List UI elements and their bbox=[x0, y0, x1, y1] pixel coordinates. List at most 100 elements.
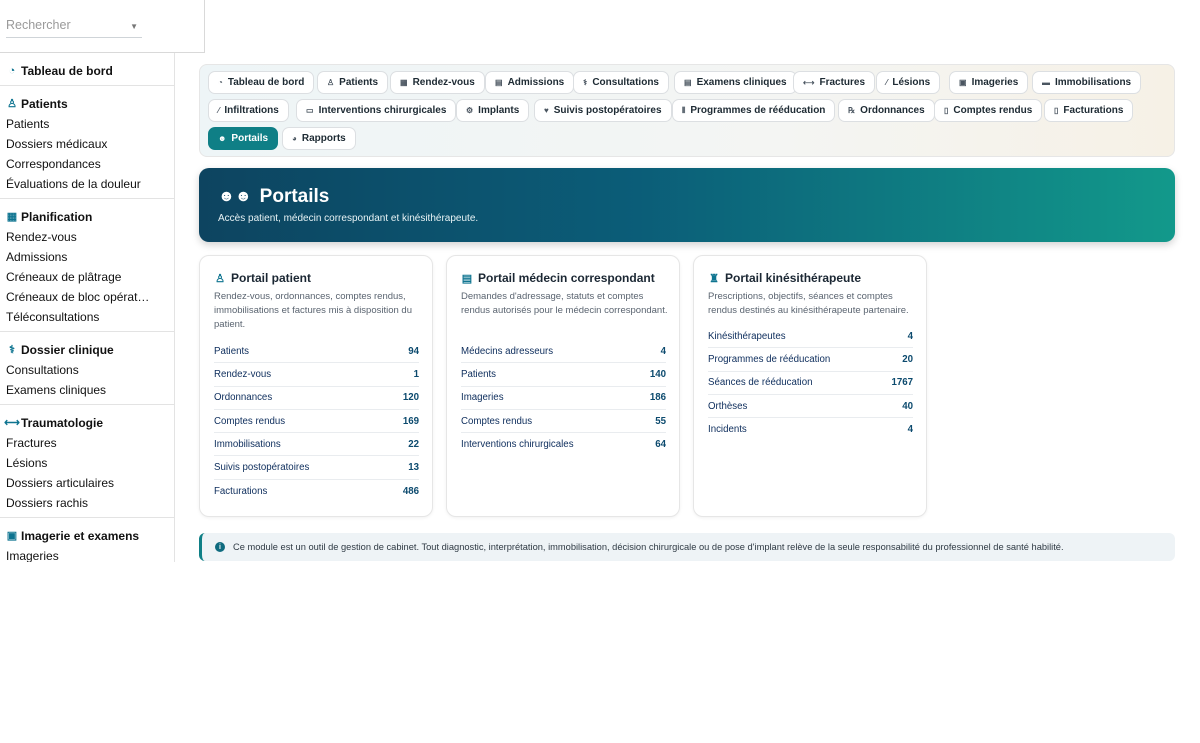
tab-comptes-rendus[interactable]: ▯ Comptes rendus bbox=[934, 99, 1043, 122]
sidebar-group-head[interactable]: ⟷ Traumatologie bbox=[0, 412, 174, 433]
sidebar-item[interactable]: Fractures bbox=[0, 433, 170, 453]
stat-row[interactable]: Comptes rendus 55 bbox=[461, 410, 666, 434]
stat-row[interactable]: Incidents 4 bbox=[708, 418, 913, 441]
card-title: ♙ Portail patient bbox=[214, 271, 311, 285]
sidebar-item[interactable]: Créneaux de plâtrage bbox=[0, 267, 170, 287]
tab-label: Patients bbox=[339, 77, 379, 88]
stat-label: Médecins adresseurs bbox=[461, 345, 554, 357]
sidebar-group-head[interactable]: ♙ Patients bbox=[0, 93, 174, 114]
stat-row[interactable]: Kinésithérapeutes 4 bbox=[708, 325, 913, 349]
syringe-icon: ⁄ bbox=[218, 106, 220, 115]
heart-icon: ♥ bbox=[544, 106, 549, 115]
sidebar-item[interactable]: Dossiers médicaux bbox=[0, 134, 170, 154]
portal-card-kine: ♜ Portail kinésithérapeute Prescriptions,… bbox=[693, 255, 927, 517]
sidebar-item[interactable]: Évaluations de la douleur bbox=[0, 174, 170, 194]
sidebar-item[interactable]: Rendez-vous bbox=[0, 227, 170, 247]
sidebar-item[interactable]: Dossiers articulaires bbox=[0, 473, 170, 493]
invoice-icon: ▯ bbox=[1054, 106, 1059, 115]
page-title: ☻☻ Portails bbox=[218, 186, 329, 208]
calendar-icon: ▦ bbox=[6, 211, 18, 223]
sidebar-item[interactable]: Correspondances bbox=[0, 154, 170, 174]
stat-row[interactable]: Patients 94 bbox=[214, 340, 419, 364]
sidebar-group-head[interactable]: ◔ Tableau de bord bbox=[0, 60, 174, 81]
bone-icon: ⟷ bbox=[4, 417, 20, 429]
stat-label: Imageries bbox=[461, 392, 504, 404]
sidebar-item[interactable]: Patients bbox=[0, 114, 170, 134]
stat-value: 1 bbox=[413, 368, 419, 380]
tab-lesions[interactable]: ⁄ Lésions bbox=[876, 71, 941, 94]
sidebar-group-head[interactable]: ▦ Planification bbox=[0, 206, 174, 227]
stat-row[interactable]: Rendez-vous 1 bbox=[214, 363, 419, 387]
stat-value: 486 bbox=[402, 485, 419, 497]
sidebar-group-dashboard: ◔ Tableau de bord bbox=[0, 53, 174, 86]
sidebar-item[interactable]: Lésions bbox=[0, 453, 170, 473]
stat-row[interactable]: Interventions chirurgicales 64 bbox=[461, 433, 666, 456]
sidebar-group-head[interactable]: ▣ Imagerie et examens bbox=[0, 525, 174, 546]
stat-row[interactable]: Programmes de rééducation 20 bbox=[708, 348, 913, 372]
card-title-text: Portail patient bbox=[231, 271, 312, 285]
tab-tableau-de-bord[interactable]: ◔ Tableau de bord bbox=[208, 71, 315, 94]
stat-value: 55 bbox=[655, 415, 666, 427]
tab-implants[interactable]: ⚙ Implants bbox=[456, 99, 530, 122]
stat-row[interactable]: Suivis postopératoires 13 bbox=[214, 456, 419, 480]
card-title: ▤ Portail médecin correspondant bbox=[461, 271, 655, 285]
stat-row[interactable]: Facturations 486 bbox=[214, 480, 419, 503]
sidebar-item[interactable]: Consultations bbox=[0, 360, 170, 380]
card-stats: Kinésithérapeutes 4 Programmes de rééduca… bbox=[708, 325, 913, 441]
tab-examens-cliniques[interactable]: ▤ Examens cliniques bbox=[674, 71, 797, 94]
sidebar-item[interactable]: Admissions bbox=[0, 247, 170, 267]
stat-row[interactable]: Médecins adresseurs 4 bbox=[461, 340, 666, 364]
stat-row[interactable]: Patients 140 bbox=[461, 363, 666, 387]
sidebar-item[interactable]: Créneaux de bloc opérat… bbox=[0, 287, 170, 307]
search-placeholder: Rechercher bbox=[6, 18, 71, 32]
tab-label: Portails bbox=[231, 133, 269, 144]
sidebar-group-head[interactable]: ⚕ Dossier clinique bbox=[0, 339, 174, 360]
stat-row[interactable]: Immobilisations 22 bbox=[214, 433, 419, 457]
tab-portails[interactable]: ☻ Portails bbox=[208, 127, 279, 150]
tab-interventions-chirurgicales[interactable]: ▭ Interventions chirurgicales bbox=[296, 99, 457, 122]
tab-programmes-reeducation[interactable]: ⫴ Programmes de rééducation bbox=[672, 99, 836, 122]
sidebar-item[interactable]: Dossiers rachis bbox=[0, 493, 170, 513]
tab-label: Programmes de rééducation bbox=[690, 105, 826, 116]
tab-suivis-postoperatoires[interactable]: ♥ Suivis postopératoires bbox=[534, 99, 672, 122]
sidebar-nav: ◔ Tableau de bord ♙ Patients Patients Doss… bbox=[0, 53, 174, 562]
tab-immobilisations[interactable]: ▬ Immobilisations bbox=[1032, 71, 1142, 94]
tab-label: Suivis postopératoires bbox=[553, 105, 662, 116]
stat-value: 4 bbox=[907, 424, 913, 436]
stat-row[interactable]: Imageries 186 bbox=[461, 387, 666, 410]
card-stats: Patients 94 Rendez-vous 1 Ordonnances 120 C… bbox=[214, 340, 419, 503]
sidebar-item[interactable]: Imageries bbox=[0, 546, 170, 562]
tab-imageries[interactable]: ▣ Imageries bbox=[949, 71, 1029, 94]
stat-row[interactable]: Comptes rendus 169 bbox=[214, 410, 419, 434]
stat-row[interactable]: Orthèses 40 bbox=[708, 395, 913, 419]
tab-consultations[interactable]: ⚕ Consultations bbox=[573, 71, 669, 94]
bed-icon: ▭ bbox=[306, 106, 314, 115]
walking-icon: ♜ bbox=[709, 272, 719, 285]
sidebar: ◔ Tableau de bord ♙ Patients Patients Doss… bbox=[0, 0, 175, 562]
tab-rapports[interactable]: ◕ Rapports bbox=[282, 127, 356, 150]
stat-value: 20 bbox=[902, 353, 913, 365]
search-input[interactable]: Rechercher ▼ bbox=[6, 18, 142, 38]
tab-infiltrations[interactable]: ⁄ Infiltrations bbox=[208, 99, 289, 122]
stat-label: Orthèses bbox=[708, 400, 748, 412]
tab-label: Ordonnances bbox=[860, 105, 925, 116]
disclaimer-notice: i Ce module est un outil de gestion de c… bbox=[199, 533, 1175, 561]
stat-label: Suivis postopératoires bbox=[214, 462, 310, 474]
tab-patients[interactable]: ♙ Patients bbox=[317, 71, 389, 94]
tab-fractures[interactable]: ⟷ Fractures bbox=[793, 71, 876, 94]
sidebar-item[interactable]: Examens cliniques bbox=[0, 380, 170, 400]
stat-row[interactable]: Séances de rééducation 1767 bbox=[708, 372, 913, 395]
chevron-down-icon[interactable]: ▼ bbox=[130, 22, 138, 31]
tab-admissions[interactable]: ▤ Admissions bbox=[485, 71, 575, 94]
tab-rendez-vous[interactable]: ▦ Rendez-vous bbox=[390, 71, 485, 94]
stat-value: 120 bbox=[402, 392, 419, 404]
sidebar-item[interactable]: Téléconsultations bbox=[0, 307, 170, 327]
tab-facturations[interactable]: ▯ Facturations bbox=[1044, 99, 1134, 122]
tab-label: Infiltrations bbox=[224, 105, 279, 116]
stat-value: 94 bbox=[408, 345, 419, 357]
tab-label: Rapports bbox=[301, 133, 346, 144]
user-doctor-icon: ♙ bbox=[327, 78, 335, 87]
portal-card-medecin: ▤ Portail médecin correspondant Demandes … bbox=[446, 255, 680, 517]
stat-row[interactable]: Ordonnances 120 bbox=[214, 387, 419, 410]
tab-ordonnances[interactable]: ℞ Ordonnances bbox=[838, 99, 935, 122]
